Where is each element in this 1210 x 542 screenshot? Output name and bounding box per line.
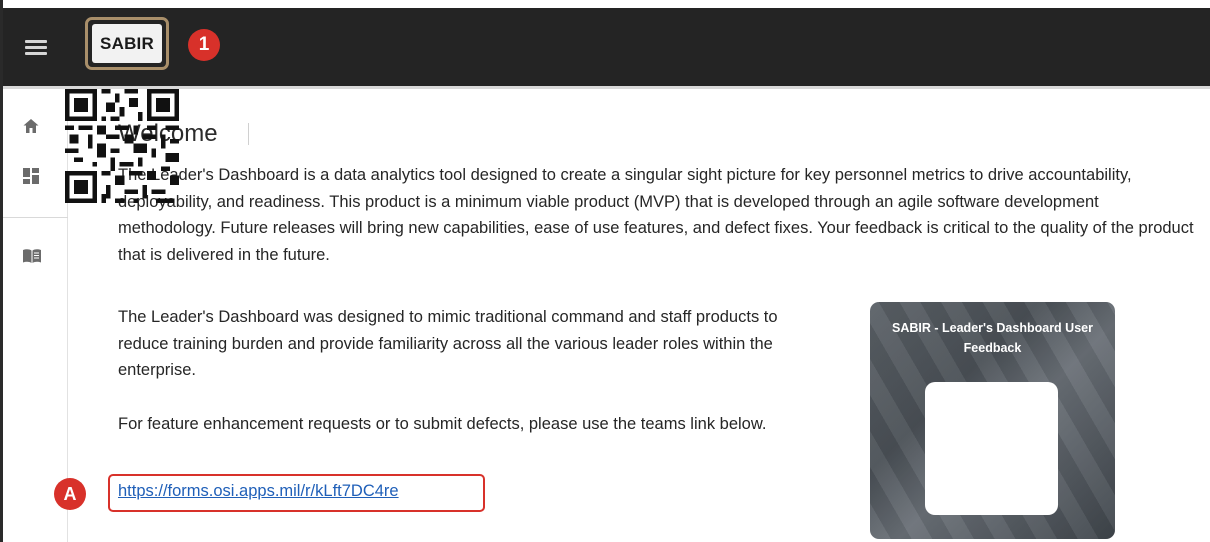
menu-icon[interactable] <box>25 38 47 56</box>
qr-card-title: SABIR - Leader's Dashboard User Feedback <box>892 321 1093 355</box>
feedback-paragraph: For feature enhancement requests or to s… <box>118 415 767 433</box>
app-logo[interactable]: SABIR <box>92 24 162 63</box>
qr-code-card: SABIR - Leader's Dashboard User Feedback <box>870 302 1115 539</box>
home-icon[interactable] <box>22 117 40 135</box>
sidebar <box>3 89 68 542</box>
callout-badge-1: 1 <box>188 29 220 61</box>
design-paragraph: The Leader's Dashboard was designed to m… <box>118 308 778 379</box>
text-cursor <box>248 123 249 145</box>
callout-badge-a: A <box>54 478 86 510</box>
app-bar-divider <box>3 86 1210 89</box>
feedback-form-link[interactable]: https://forms.osi.apps.mil/r/kLft7DC4re <box>118 482 399 501</box>
book-icon[interactable] <box>22 247 42 265</box>
qr-code-background <box>925 382 1058 515</box>
qr-code-image[interactable] <box>65 89 179 203</box>
sidebar-divider <box>3 217 68 218</box>
top-app-bar <box>3 8 1210 86</box>
intro-paragraph: The Leader's Dashboard is a data analyti… <box>118 166 1194 264</box>
dashboard-icon[interactable] <box>22 167 40 185</box>
